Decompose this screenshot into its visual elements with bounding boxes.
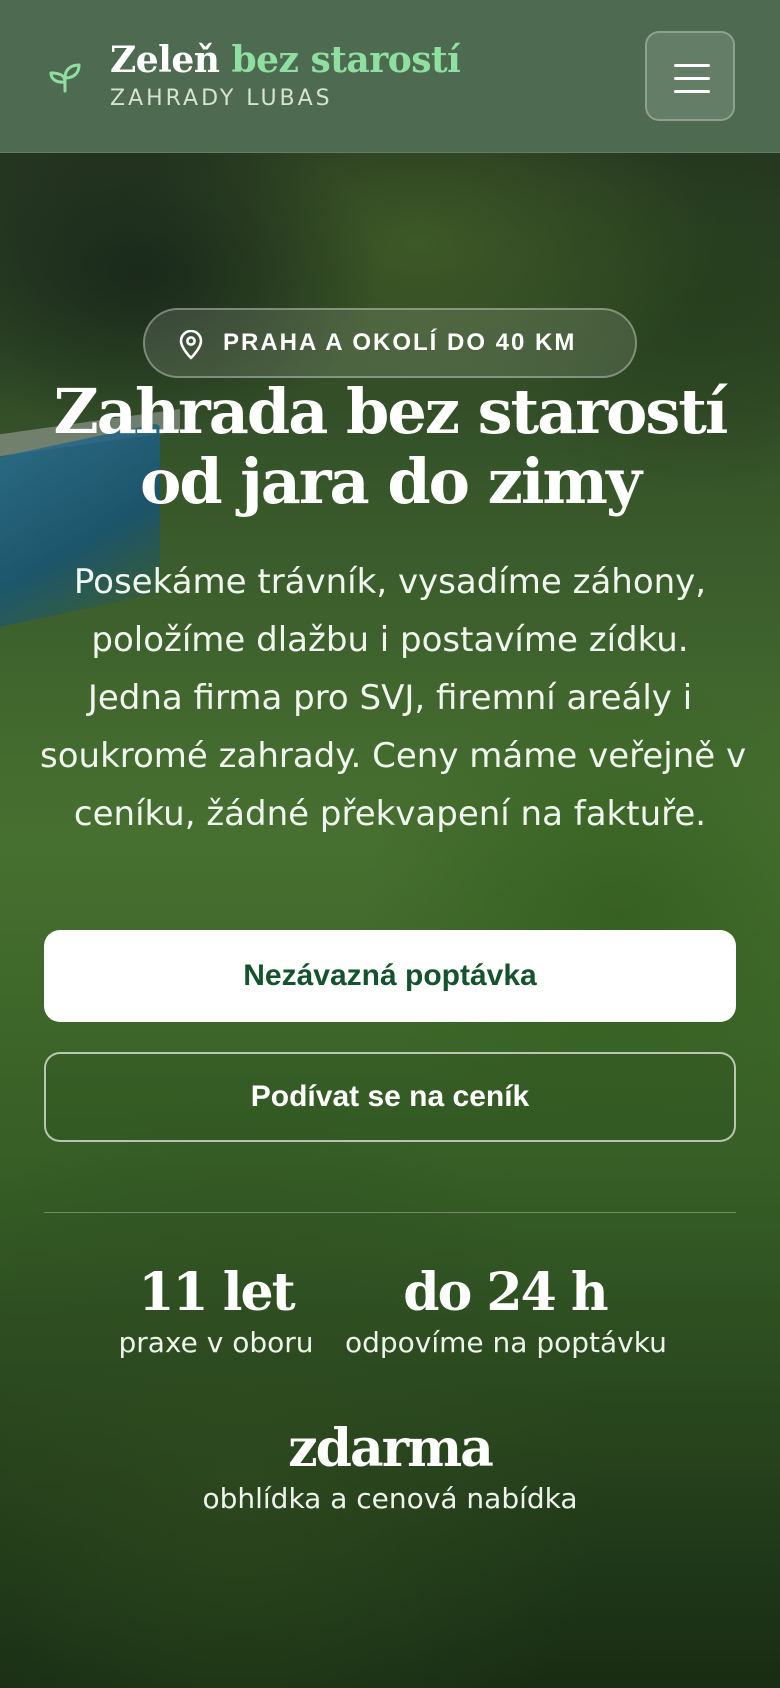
hero-title-line: Zahrada bez starostí: [53, 375, 729, 448]
stat-label: praxe v oboru: [118, 1326, 314, 1359]
hero-description-line: ceníku, žádné překvapení na faktuře.: [73, 794, 707, 834]
sprout-icon: [49, 63, 81, 93]
stat-label: odpovíme na poptávku: [345, 1326, 667, 1359]
hero-description-line: položíme dlažbu i postavíme zídku.: [91, 620, 689, 660]
stat-value: zdarma: [288, 1418, 494, 1479]
site-header: Zeleň bez starostí ZAHRADY LUBAS: [0, 0, 780, 153]
map-pin-icon: [179, 330, 203, 360]
hero-description-line: Jedna firma pro SVJ, firemní areály i: [87, 678, 693, 718]
hero-description: Posekáme trávník, vysadíme záhony, polož…: [40, 553, 747, 843]
stat-label: obhlídka a cenová nabídka: [202, 1482, 578, 1515]
stat-experience: 11 let praxe v oboru: [100, 1263, 332, 1363]
stat-value: 11 let: [138, 1262, 295, 1323]
stat-value: do 24 h: [403, 1262, 608, 1323]
brand-title-main: Zeleň: [110, 39, 232, 81]
hero-description-line: Posekáme trávník, vysadíme záhony,: [73, 562, 707, 602]
hero-description-line: soukromé zahrady. Ceny máme veřejně v: [40, 736, 747, 776]
location-badge-text: PRAHA A OKOLÍ DO 40 KM: [223, 329, 577, 356]
menu-button[interactable]: [645, 31, 735, 121]
brand[interactable]: Zeleň bez starostí ZAHRADY LUBAS: [110, 38, 461, 111]
stat-free-visit: zdarma obhlídka a cenová nabídka: [190, 1419, 590, 1519]
stat-response-time: do 24 h odpovíme na poptávku: [345, 1262, 667, 1363]
brand-subtitle: ZAHRADY LUBAS: [110, 86, 333, 111]
inquiry-button[interactable]: Nezávazná poptávka: [44, 930, 736, 1022]
hero-title-line: od jara do zimy: [140, 445, 642, 518]
location-badge: PRAHA A OKOLÍ DO 40 KM: [143, 308, 637, 378]
brand-title: Zeleň bez starostí: [110, 38, 461, 82]
hero-title: Zahrada bez starostí od jara do zimy: [0, 377, 780, 517]
price-list-button[interactable]: Podívat se na ceník: [44, 1052, 736, 1142]
stats-divider: [44, 1212, 736, 1213]
brand-title-accent: bez starostí: [231, 39, 461, 81]
hero-section: PRAHA A OKOLÍ DO 40 KM Zahrada bez staro…: [0, 153, 780, 1688]
